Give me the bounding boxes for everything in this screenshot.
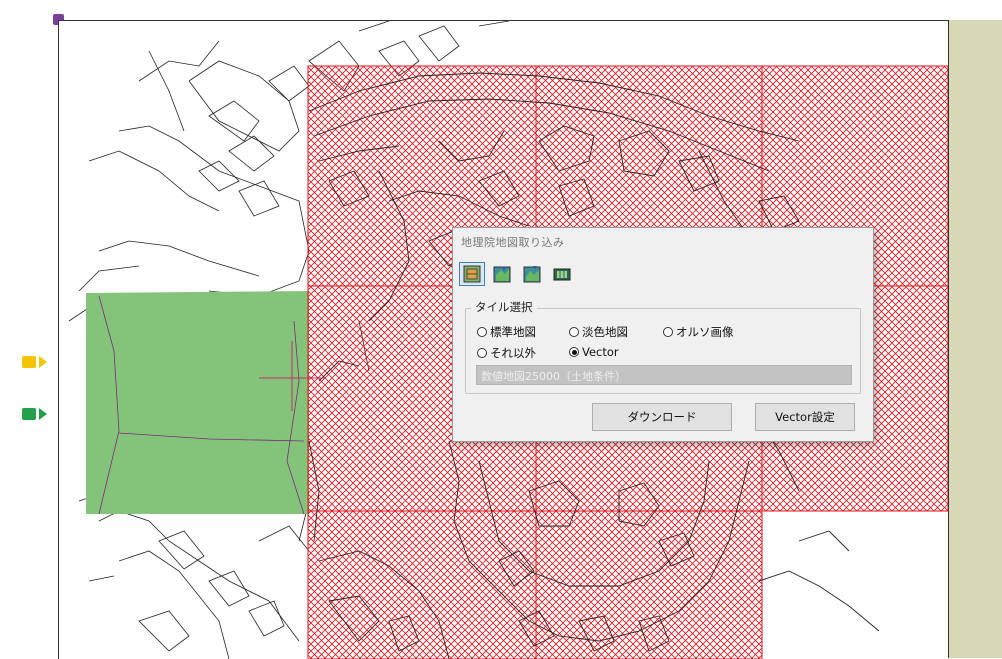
radio-label: 淡色地図 xyxy=(582,325,628,339)
side-panel-strip xyxy=(948,20,1002,658)
vector-settings-button[interactable]: Vector設定 xyxy=(755,403,855,431)
map-export-icon xyxy=(523,266,541,283)
tile-select-group-label: タイル選択 xyxy=(471,299,537,315)
map-tile-icon xyxy=(463,265,481,283)
radio-label: 標準地図 xyxy=(490,325,536,339)
film-strip-button[interactable] xyxy=(549,262,575,286)
radio-circle xyxy=(477,348,487,358)
radio-circle xyxy=(477,327,487,337)
radio-standard-map[interactable]: 標準地図 xyxy=(477,324,536,340)
radio-dot xyxy=(571,349,577,355)
radio-circle xyxy=(569,327,579,337)
dialog-title: 地理院地図取り込み xyxy=(461,236,565,249)
map-import-icon xyxy=(493,266,511,283)
map-export-button[interactable] xyxy=(519,262,545,286)
yellow-marker-square xyxy=(22,356,36,368)
radio-label: オルソ画像 xyxy=(676,325,734,339)
green-marker-square xyxy=(22,408,36,420)
selected-area[interactable] xyxy=(86,291,309,514)
green-marker-arrow-icon xyxy=(39,408,47,420)
green-marker[interactable] xyxy=(22,407,52,421)
radio-circle-selected xyxy=(569,347,579,357)
radio-pale-map[interactable]: 淡色地図 xyxy=(569,324,628,340)
map-tile-button[interactable] xyxy=(459,262,485,286)
film-strip-icon xyxy=(553,268,571,281)
radio-ortho-image[interactable]: オルソ画像 xyxy=(663,324,734,340)
radio-label: Vector xyxy=(582,345,619,359)
vector-layer-field[interactable]: 数値地図25000（土地条件） xyxy=(476,365,852,385)
radio-other[interactable]: それ以外 xyxy=(477,345,536,361)
yellow-marker[interactable] xyxy=(22,355,52,369)
radio-vector[interactable]: Vector xyxy=(569,345,619,359)
yellow-marker-arrow-icon xyxy=(39,356,47,368)
map-import-button[interactable] xyxy=(489,262,515,286)
radio-circle xyxy=(663,327,673,337)
download-button[interactable]: ダウンロード xyxy=(592,403,732,431)
radio-label: それ以外 xyxy=(490,346,536,360)
gsi-map-import-dialog[interactable]: 地理院地図取り込み タイル選択 標準地図 淡色地図 オルソ画像 それ以外 Vec… xyxy=(452,227,874,442)
